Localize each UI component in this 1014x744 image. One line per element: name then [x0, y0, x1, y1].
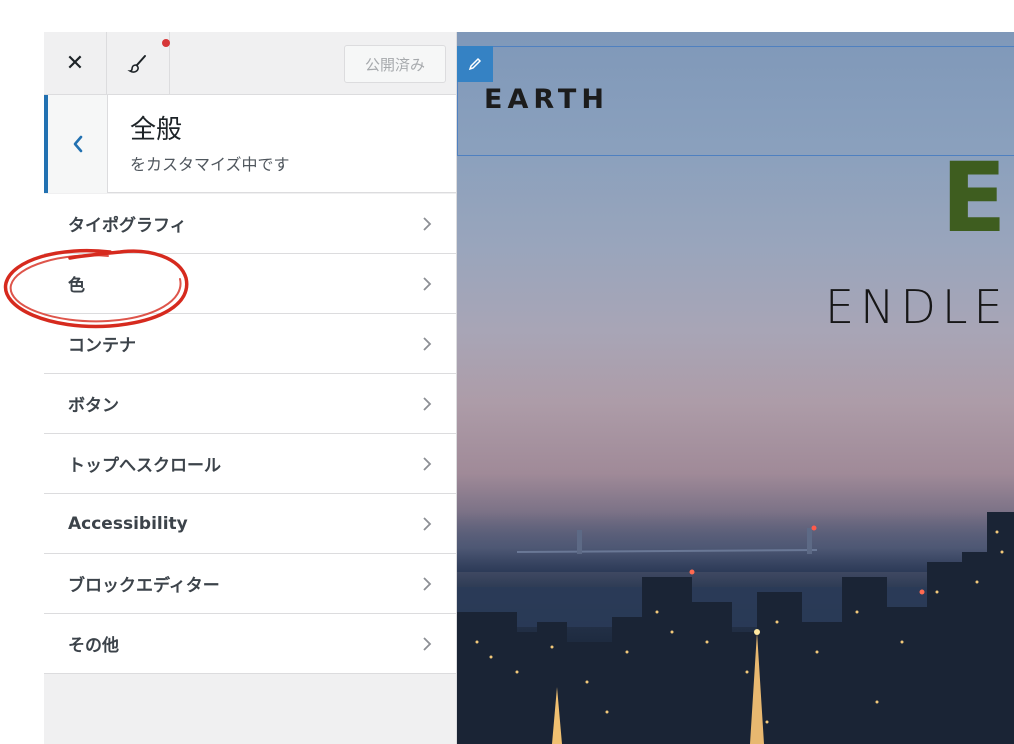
menu-item-label: ブロックエディター	[68, 576, 220, 596]
site-preview[interactable]: EARTH E ENDLE	[457, 32, 1014, 744]
menu-item-label: Accessibility	[68, 513, 188, 534]
chevron-right-icon	[423, 516, 432, 531]
chevron-right-icon	[423, 636, 432, 651]
menu-item-label: トップへスクロール	[68, 456, 221, 476]
menu-item-colors[interactable]: 色	[44, 254, 456, 314]
menu-item-back-to-top[interactable]: トップへスクロール	[44, 434, 456, 494]
customizer-menu: タイポグラフィ 色 コンテナ ボタン トップへスクロール Accessibili…	[44, 194, 456, 674]
customizer-sidebar: ✕ 公開済み 全般 をカスタマイズ中です タイポグラフィ 色 コンテナ ボタン …	[44, 32, 457, 744]
hero-heading: E	[941, 142, 1007, 254]
edit-shortcut-button[interactable]	[457, 46, 493, 82]
hero-subheading: ENDLE	[825, 280, 1009, 334]
paintbrush-icon	[127, 54, 146, 73]
customizer-topbar: ✕ 公開済み	[44, 32, 456, 95]
section-header: 全般 をカスタマイズ中です	[44, 95, 456, 193]
back-button[interactable]	[44, 95, 108, 193]
customize-brush-button[interactable]	[107, 32, 170, 95]
menu-item-block-editor[interactable]: ブロックエディター	[44, 554, 456, 614]
publish-button[interactable]: 公開済み	[344, 45, 446, 83]
menu-item-label: ボタン	[68, 396, 119, 416]
menu-item-label: 色	[68, 276, 85, 296]
menu-item-buttons[interactable]: ボタン	[44, 374, 456, 434]
chevron-right-icon	[423, 456, 432, 471]
section-title: 全般	[130, 115, 183, 145]
site-title[interactable]: EARTH	[484, 84, 609, 115]
close-icon: ✕	[65, 51, 85, 76]
menu-item-label: コンテナ	[68, 336, 136, 356]
chevron-right-icon	[423, 216, 432, 231]
menu-item-container[interactable]: コンテナ	[44, 314, 456, 374]
chevron-left-icon	[73, 135, 82, 153]
close-button[interactable]: ✕	[44, 32, 107, 95]
menu-item-typography[interactable]: タイポグラフィ	[44, 194, 456, 254]
chevron-right-icon	[423, 576, 432, 591]
notification-dot	[162, 39, 170, 47]
pencil-icon	[468, 57, 482, 71]
menu-item-label: タイポグラフィ	[68, 216, 187, 236]
menu-item-label: その他	[68, 636, 119, 656]
menu-item-other[interactable]: その他	[44, 614, 456, 674]
section-subtitle: をカスタマイズ中です	[130, 155, 290, 174]
menu-item-accessibility[interactable]: Accessibility	[44, 494, 456, 554]
chevron-right-icon	[423, 276, 432, 291]
chevron-right-icon	[423, 396, 432, 411]
chevron-right-icon	[423, 336, 432, 351]
